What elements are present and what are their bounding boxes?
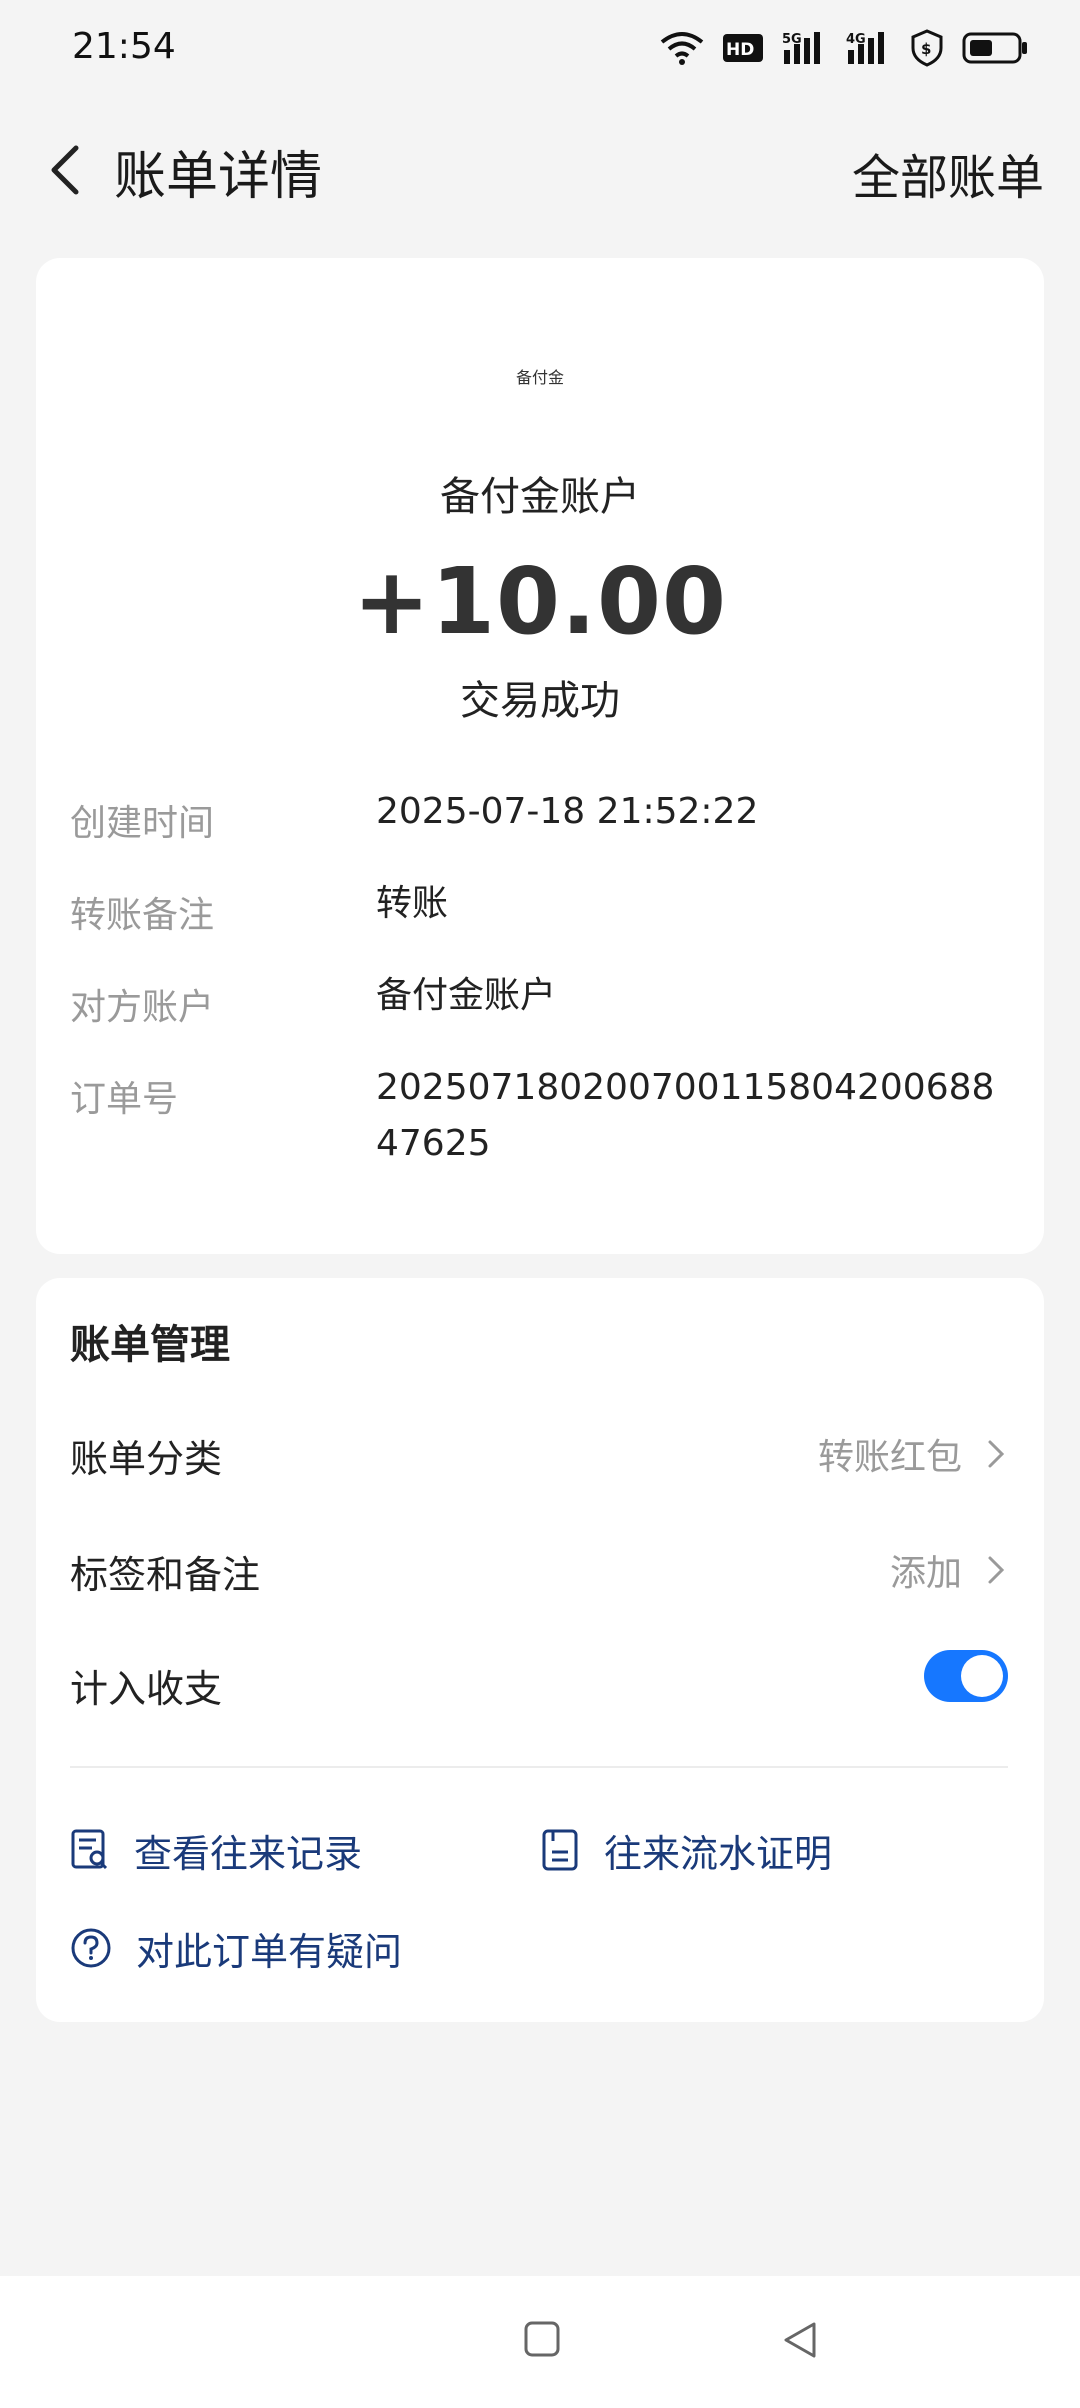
transaction-status: 交易成功: [460, 678, 620, 724]
bill-category-value: 转账红包: [817, 1437, 962, 1478]
all-bills-link[interactable]: 全部账单: [852, 138, 1044, 208]
system-nav-bar: [0, 2276, 1080, 2408]
detail-label: 转账备注: [70, 895, 215, 936]
tags-remarks-row[interactable]: 标签和备注 添加: [70, 1536, 1008, 1606]
detail-label: 对方账户: [70, 987, 215, 1028]
divider: [70, 1766, 1008, 1768]
statement-icon: [542, 1829, 578, 1871]
bill-category-label: 账单分类: [70, 1437, 223, 1481]
chevron-right-icon: [988, 1556, 1005, 1584]
include-income-row: 计入收支: [70, 1650, 1008, 1720]
status-icons: HD 5G 4G $: [660, 24, 1028, 72]
back-arrow-icon: [51, 145, 79, 195]
detail-label: 订单号: [70, 1079, 179, 1120]
bill-management-card: 账单管理 账单分类 转账红包 标签和备注 添加 计入收支 查看往来记录 往来流水…: [36, 1278, 1044, 2022]
question-icon: [71, 1928, 111, 1968]
back-button[interactable]: [36, 138, 100, 202]
transaction-amount: +10.00: [352, 548, 728, 655]
include-income-toggle[interactable]: [924, 1650, 1008, 1702]
account-name: 备付金账户: [440, 474, 640, 520]
statement-proof-label: 往来流水证明: [604, 1831, 833, 1876]
tags-remarks-value: 添加: [889, 1553, 962, 1594]
nav-bar: 账单详情 全部账单: [0, 120, 1080, 220]
svg-text:HD: HD: [726, 40, 754, 60]
view-records-link[interactable]: 查看往来记录: [70, 1822, 362, 1878]
order-question-link[interactable]: 对此订单有疑问: [70, 1920, 402, 1976]
hd-icon: HD: [723, 34, 763, 62]
status-bar: 21:54 HD 5G 4G $: [0, 0, 1080, 96]
toggle-knob: [961, 1655, 1003, 1697]
signal-4g-icon: 4G: [846, 32, 884, 64]
tags-remarks-label: 标签和备注: [70, 1553, 261, 1597]
back-triangle-icon[interactable]: [780, 2316, 820, 2364]
transaction-card: 备付金 备付金账户 +10.00 交易成功 创建时间 2025-07-18 21…: [36, 258, 1044, 1254]
signal-5g-icon: 5G: [782, 32, 820, 64]
wifi-icon: [660, 32, 704, 65]
chevron-right-icon: [988, 1440, 1005, 1468]
records-icon: [71, 1829, 108, 1870]
section-title: 账单管理: [70, 1322, 230, 1368]
security-shield-icon: $: [911, 29, 943, 67]
detail-value: 转账: [376, 883, 449, 924]
order-question-label: 对此订单有疑问: [136, 1929, 403, 1974]
status-time: 21:54: [72, 26, 176, 67]
page-title: 账单详情: [114, 147, 323, 207]
bill-category-row[interactable]: 账单分类 转账红包: [70, 1420, 1008, 1490]
account-logo: 备付金: [515, 368, 564, 387]
battery-icon: [962, 32, 1027, 64]
statement-proof-link[interactable]: 往来流水证明: [540, 1822, 832, 1878]
menu-icon[interactable]: [266, 2316, 306, 2364]
order-number-value[interactable]: 20250718020070011580420068847625: [376, 1060, 1016, 1172]
detail-value: 备付金账户: [376, 975, 557, 1016]
detail-value: 2025-07-18 21:52:22: [376, 791, 759, 832]
svg-text:$: $: [921, 40, 931, 58]
detail-label: 创建时间: [70, 803, 215, 844]
view-records-label: 查看往来记录: [134, 1831, 363, 1876]
home-icon[interactable]: [522, 2316, 562, 2364]
include-income-label: 计入收支: [70, 1667, 223, 1711]
